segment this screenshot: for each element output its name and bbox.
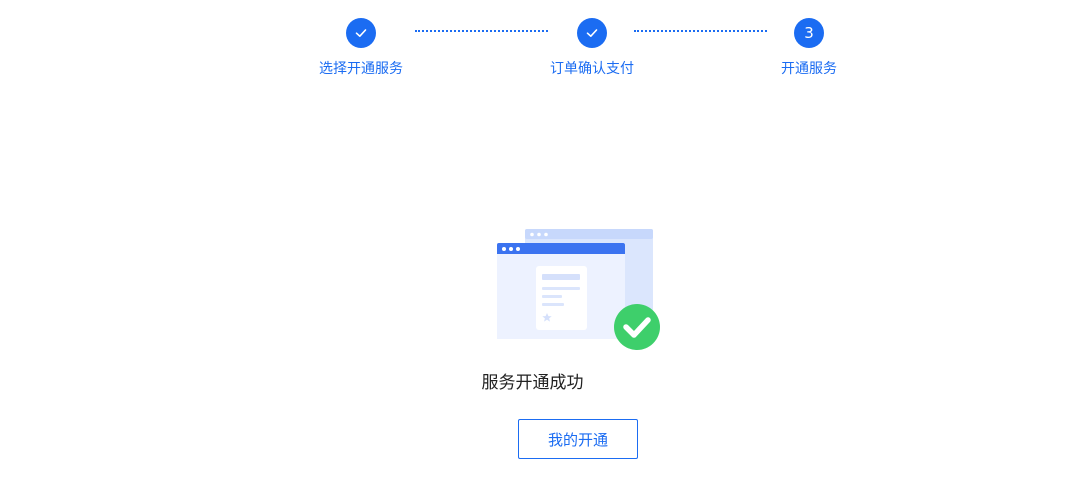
step-3-number: 3 xyxy=(804,23,814,42)
progress-stepper: 选择开通服务 订单确认支付 3 开通服务 xyxy=(0,0,1065,90)
step-1-done-indicator xyxy=(346,18,376,48)
my-activations-button[interactable]: 我的开通 xyxy=(518,419,638,459)
step-3-current-indicator: 3 xyxy=(794,18,824,48)
step-2-label: 订单确认支付 xyxy=(550,61,634,77)
check-icon xyxy=(586,29,598,37)
success-check-icon xyxy=(614,304,660,350)
step-connector-1 xyxy=(415,30,548,32)
result-title: 服务开通成功 xyxy=(481,373,584,393)
step-1-label: 选择开通服务 xyxy=(319,61,403,77)
check-icon xyxy=(355,29,367,37)
browser-document-icon xyxy=(497,229,660,350)
step-connector-2 xyxy=(634,30,767,32)
step-3-label: 开通服务 xyxy=(781,61,837,77)
step-2-done-indicator xyxy=(577,18,607,48)
